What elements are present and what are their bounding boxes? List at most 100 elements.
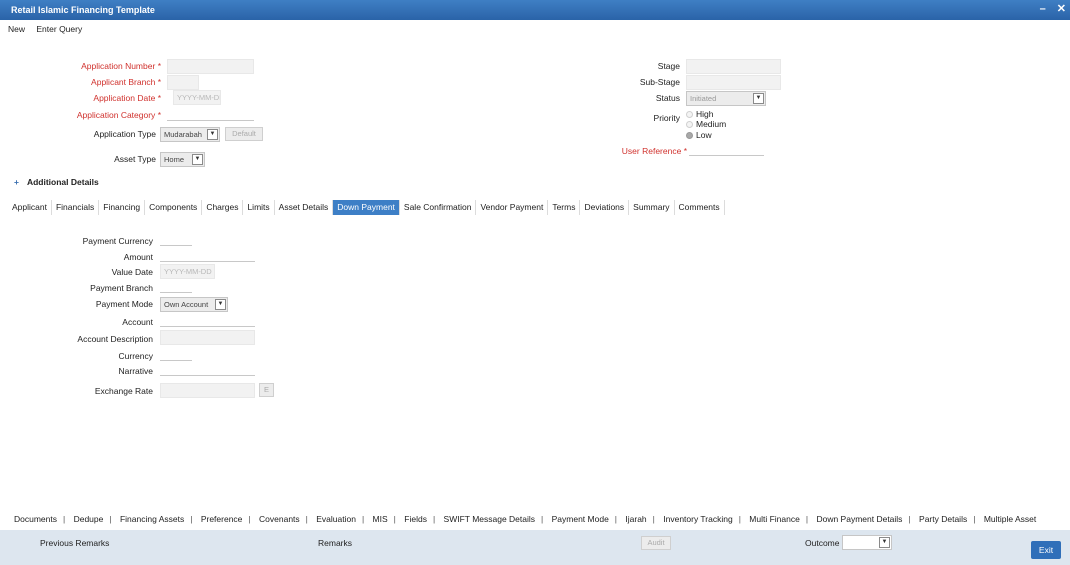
sub-stage-input[interactable]: [686, 75, 781, 90]
narrative-label: Narrative: [118, 366, 153, 376]
audit-button[interactable]: Audit: [641, 536, 671, 550]
tab-limits[interactable]: Limits: [243, 200, 275, 215]
link-party-details[interactable]: Party Details: [919, 514, 967, 524]
subsystem-links: Documents | Dedupe | Financing Assets | Pre…: [14, 514, 1037, 524]
tab-terms[interactable]: Terms: [548, 200, 581, 215]
application-number-input[interactable]: [167, 59, 254, 74]
radio-icon: [686, 111, 693, 119]
application-type-select[interactable]: Mudarabah ▼: [160, 127, 220, 142]
account-input[interactable]: [160, 313, 255, 327]
tab-comments[interactable]: Comments: [675, 200, 725, 215]
outcome-select[interactable]: ▼: [842, 535, 892, 550]
link-evaluation[interactable]: Evaluation: [316, 514, 356, 524]
outcome-label: Outcome: [805, 538, 840, 548]
asset-type-select[interactable]: Home ▼: [160, 152, 205, 167]
chevron-down-icon: ▼: [215, 299, 226, 310]
link-dedupe[interactable]: Dedupe: [74, 514, 104, 524]
link-multi-finance[interactable]: Multi Finance: [749, 514, 800, 524]
window-title: Retail Islamic Financing Template: [11, 5, 155, 15]
tab-vendor-payment[interactable]: Vendor Payment: [476, 200, 549, 215]
exchange-rate-label: Exchange Rate: [94, 386, 153, 396]
link-swift-message-details[interactable]: SWIFT Message Details: [444, 514, 535, 524]
priority-label: Priority: [653, 113, 680, 123]
exchange-rate-button[interactable]: E: [259, 383, 274, 397]
priority-medium-radio[interactable]: Medium: [686, 120, 726, 129]
chevron-down-icon: ▼: [207, 129, 218, 140]
link-mis[interactable]: MIS: [373, 514, 388, 524]
window-controls: – ✕: [1032, 0, 1066, 20]
narrative-input[interactable]: [160, 362, 255, 376]
currency-input[interactable]: [160, 347, 192, 361]
link-ijarah[interactable]: Ijarah: [625, 514, 646, 524]
remarks-label: Remarks: [318, 538, 353, 548]
application-category-input[interactable]: [167, 107, 254, 121]
status-label: Status: [655, 93, 680, 103]
stage-label: Stage: [657, 61, 680, 71]
exit-button[interactable]: Exit: [1031, 541, 1061, 559]
link-multiple-asset[interactable]: Multiple Asset: [984, 514, 1036, 524]
stage-input[interactable]: [686, 59, 781, 74]
default-button[interactable]: Default: [225, 127, 263, 141]
window-title-bar: Retail Islamic Financing Template: [0, 0, 1070, 20]
priority-high-radio[interactable]: High: [686, 110, 713, 119]
chevron-down-icon: ▼: [192, 154, 203, 165]
asset-type-label: Asset Type: [114, 154, 156, 164]
payment-currency-input[interactable]: [160, 232, 192, 246]
application-date-label: Application Date *: [93, 93, 161, 103]
currency-label: Currency: [118, 351, 153, 361]
new-menu-item[interactable]: New: [8, 24, 25, 34]
application-category-label: Application Category *: [76, 110, 161, 120]
application-date-input[interactable]: YYYY-MM-DD: [173, 90, 221, 105]
link-financing-assets[interactable]: Financing Assets: [120, 514, 184, 524]
link-down-payment-details[interactable]: Down Payment Details: [816, 514, 902, 524]
tab-bar: Applicant Financials Financing Component…: [8, 200, 725, 216]
menu-bar: New Enter Query: [0, 22, 91, 36]
additional-details-toggle[interactable]: + Additional Details: [14, 177, 99, 187]
link-inventory-tracking[interactable]: Inventory Tracking: [663, 514, 732, 524]
amount-label: Amount: [123, 252, 153, 262]
tab-charges[interactable]: Charges: [202, 200, 244, 215]
tab-financials[interactable]: Financials: [52, 200, 100, 215]
applicant-branch-input[interactable]: [167, 75, 199, 90]
tab-asset-details[interactable]: Asset Details: [275, 200, 334, 215]
link-covenants[interactable]: Covenants: [259, 514, 300, 524]
value-date-input[interactable]: YYYY-MM-DD: [160, 264, 215, 279]
application-number-label: Application Number *: [81, 61, 161, 71]
footer-bar: [0, 530, 1070, 565]
sub-stage-label: Sub-Stage: [639, 77, 680, 87]
close-icon[interactable]: ✕: [1057, 3, 1066, 15]
applicant-branch-label: Applicant Branch *: [91, 77, 161, 87]
chevron-down-icon: ▼: [879, 537, 890, 548]
payment-branch-input[interactable]: [160, 279, 192, 293]
tab-summary[interactable]: Summary: [629, 200, 675, 215]
minimize-icon[interactable]: –: [1040, 3, 1046, 15]
link-payment-mode[interactable]: Payment Mode: [552, 514, 609, 524]
link-fields[interactable]: Fields: [404, 514, 427, 524]
expand-plus-icon: +: [14, 177, 19, 187]
chevron-down-icon: ▼: [753, 93, 764, 104]
user-reference-input[interactable]: [689, 142, 764, 156]
tab-deviations[interactable]: Deviations: [580, 200, 630, 215]
account-label: Account: [122, 317, 153, 327]
status-select[interactable]: Initiated ▼: [686, 91, 766, 106]
tab-components[interactable]: Components: [145, 200, 203, 215]
link-documents[interactable]: Documents: [14, 514, 57, 524]
payment-mode-select[interactable]: Own Account ▼: [160, 297, 228, 312]
radio-selected-icon: [686, 132, 693, 140]
previous-remarks-label: Previous Remarks: [40, 538, 110, 548]
priority-low-radio[interactable]: Low: [686, 131, 712, 140]
payment-mode-label: Payment Mode: [95, 299, 153, 309]
tab-down-payment[interactable]: Down Payment: [333, 200, 400, 215]
payment-currency-label: Payment Currency: [82, 236, 153, 246]
account-description-input[interactable]: [160, 330, 255, 345]
amount-input[interactable]: [160, 248, 255, 262]
application-type-label: Application Type: [93, 129, 156, 139]
tab-financing[interactable]: Financing: [99, 200, 146, 215]
value-date-label: Value Date: [111, 267, 153, 277]
exchange-rate-input[interactable]: [160, 383, 255, 398]
link-preference[interactable]: Preference: [201, 514, 243, 524]
enter-query-menu-item[interactable]: Enter Query: [36, 24, 82, 34]
tab-applicant[interactable]: Applicant: [8, 200, 52, 215]
tab-sale-confirmation[interactable]: Sale Confirmation: [400, 200, 477, 215]
payment-branch-label: Payment Branch: [90, 283, 153, 293]
